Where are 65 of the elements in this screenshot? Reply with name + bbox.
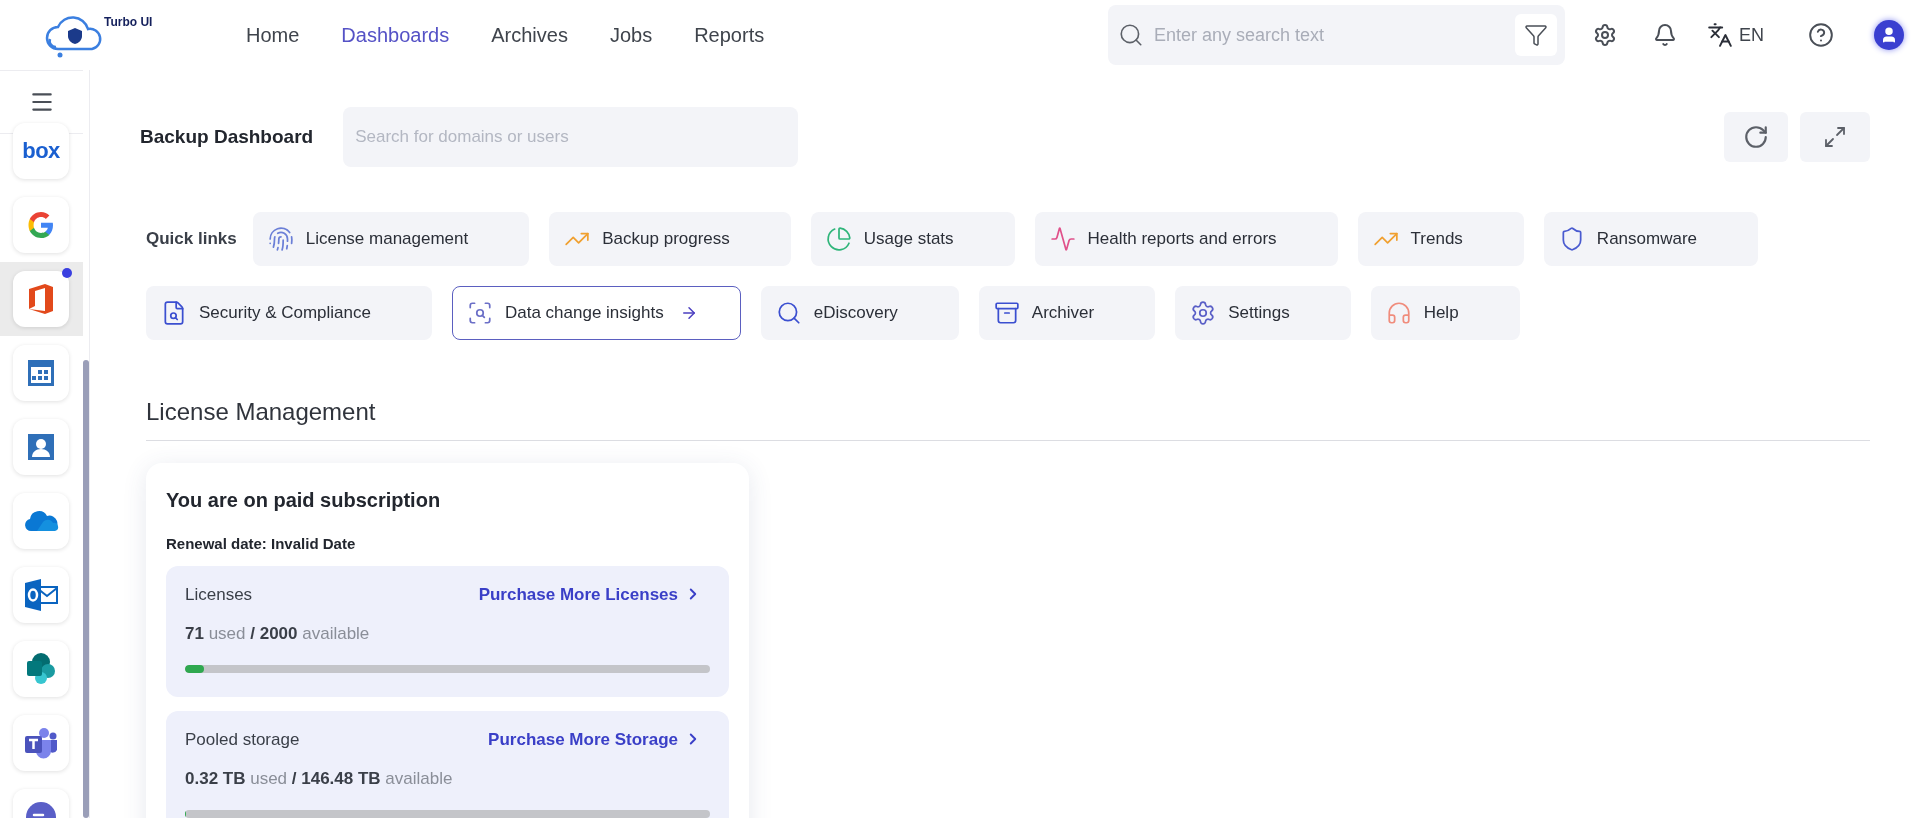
nav-link[interactable]: Archives: [491, 20, 568, 50]
pie-chart-icon: [825, 226, 852, 252]
notification-bell-icon[interactable]: [1653, 23, 1677, 47]
logo-text: Turbo UI: [104, 14, 153, 31]
box-logo: box: [22, 140, 60, 162]
usage-label: Pooled storage: [185, 728, 300, 751]
help-icon[interactable]: [1808, 22, 1834, 48]
purchase-link[interactable]: Purchase More Storage: [488, 726, 702, 752]
language-button[interactable]: EN: [1707, 21, 1764, 49]
scan-icon: [466, 300, 493, 326]
settings-icon[interactable]: [1593, 23, 1617, 47]
quick-link[interactable]: Data change insights: [451, 286, 741, 340]
cloud-icon: [23, 509, 59, 533]
scrollbar-thumb[interactable]: [83, 360, 89, 818]
teams-logo-icon: [23, 726, 59, 760]
global-search-field[interactable]: Enter any search text: [1154, 21, 1505, 49]
section-heading: License Management: [146, 398, 376, 425]
domain-search-field[interactable]: Search for domains or users: [343, 107, 799, 167]
quick-link[interactable]: Security & Compliance: [146, 286, 432, 340]
translate-icon: [1707, 22, 1733, 48]
quick-link[interactable]: Trends: [1357, 212, 1524, 266]
usage-label: Licenses: [185, 583, 253, 606]
search-icon: [1118, 22, 1144, 48]
document-search-icon: [161, 300, 187, 326]
filter-button[interactable]: [1515, 14, 1557, 56]
refresh-icon: [1743, 124, 1769, 150]
quick-link[interactable]: Ransomware: [1543, 212, 1758, 266]
fingerprint-icon: [267, 226, 294, 252]
nav-link[interactable]: Dashboards: [341, 20, 450, 50]
purchase-link[interactable]: Purchase More Licenses: [478, 581, 702, 607]
card-title: You are on paid subscription: [166, 488, 442, 513]
gear-icon: [1190, 300, 1217, 326]
sidebar-item[interactable]: [0, 262, 84, 336]
quick-link[interactable]: Backup progress: [549, 212, 791, 266]
quick-link[interactable]: Usage stats: [810, 212, 1015, 266]
renewal-date: Renewal date: Invalid Date: [166, 534, 357, 554]
user-avatar[interactable]: [1874, 20, 1904, 50]
headphones-icon: [1385, 300, 1412, 326]
usage-text: 0.32 TB used / 146.48 TB available: [185, 768, 454, 790]
quick-link[interactable]: Help: [1370, 286, 1520, 340]
page-title: Backup Dashboard: [140, 124, 314, 149]
nav-link[interactable]: Jobs: [609, 20, 653, 50]
search-bar[interactable]: Enter any search text: [1108, 5, 1565, 65]
mail-app-icon: [23, 578, 59, 612]
nav-link[interactable]: Home: [246, 20, 300, 50]
magnifier-icon: [775, 300, 802, 326]
calendar-icon: [26, 358, 56, 388]
archive-box-icon: [993, 300, 1020, 326]
quick-link[interactable]: Archiver: [978, 286, 1156, 340]
expand-icon: [1823, 125, 1847, 149]
pulse-icon: [1049, 226, 1076, 252]
sharepoint-logo-icon: [24, 652, 58, 686]
refresh-button[interactable]: [1724, 112, 1788, 162]
user-icon: [1880, 26, 1898, 44]
quick-link[interactable]: Health reports and errors: [1034, 212, 1338, 266]
filter-icon: [1524, 23, 1548, 47]
quick-link[interactable]: License management: [252, 212, 530, 266]
quick-link[interactable]: eDiscovery: [760, 286, 959, 340]
contact-card-icon: [26, 432, 56, 462]
quick-links-label: Quick links: [146, 228, 237, 251]
usage-text: 71 used / 2000 available: [185, 623, 371, 645]
fullscreen-button[interactable]: [1800, 112, 1870, 162]
quick-link[interactable]: Settings: [1175, 286, 1351, 340]
nav-link[interactable]: Reports: [694, 20, 765, 50]
office-logo-icon: [26, 282, 56, 316]
